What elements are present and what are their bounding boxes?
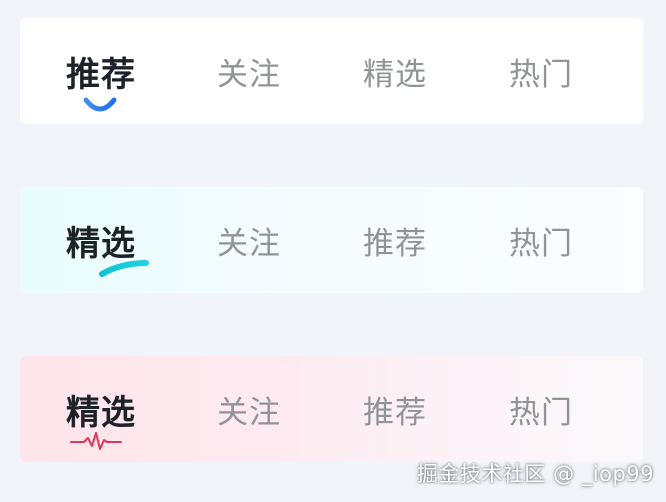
tab-label: 热门 <box>509 394 573 431</box>
tab-label: 热门 <box>509 56 573 93</box>
tab-label: 精选 <box>363 56 427 93</box>
tab-label: 推荐 <box>363 225 427 262</box>
tab-label: 热门 <box>509 225 573 262</box>
tab-follow[interactable]: 关注 <box>198 356 300 462</box>
tab-label: 关注 <box>217 56 281 93</box>
watermark: 掘金技术社区 @ _iop99 <box>416 462 654 486</box>
page: 推荐 关注 精选 热门 精选 关注 推荐 热门 精选 关注 推荐 热门 掘金技术… <box>0 0 666 502</box>
tab-label: 精选 <box>66 223 136 264</box>
tab-label: 关注 <box>217 225 281 262</box>
tab-featured[interactable]: 精选 <box>50 187 152 293</box>
tab-recommend[interactable]: 推荐 <box>344 187 446 293</box>
tab-hot[interactable]: 热门 <box>490 18 592 124</box>
tab-label: 推荐 <box>66 54 136 95</box>
tab-featured[interactable]: 精选 <box>50 356 152 462</box>
tab-bar-pulse: 精选 关注 推荐 热门 <box>20 356 643 462</box>
tab-follow[interactable]: 关注 <box>198 18 300 124</box>
tab-bar-brush: 精选 关注 推荐 热门 <box>20 187 643 293</box>
tab-label: 精选 <box>66 392 136 433</box>
tab-follow[interactable]: 关注 <box>198 187 300 293</box>
tab-bar-smile: 推荐 关注 精选 热门 <box>20 18 643 124</box>
tab-hot[interactable]: 热门 <box>490 187 592 293</box>
tab-recommend[interactable]: 推荐 <box>344 356 446 462</box>
tab-featured[interactable]: 精选 <box>344 18 446 124</box>
tab-label: 推荐 <box>363 394 427 431</box>
tab-hot[interactable]: 热门 <box>490 356 592 462</box>
tab-recommend[interactable]: 推荐 <box>50 18 152 124</box>
tab-label: 关注 <box>217 394 281 431</box>
